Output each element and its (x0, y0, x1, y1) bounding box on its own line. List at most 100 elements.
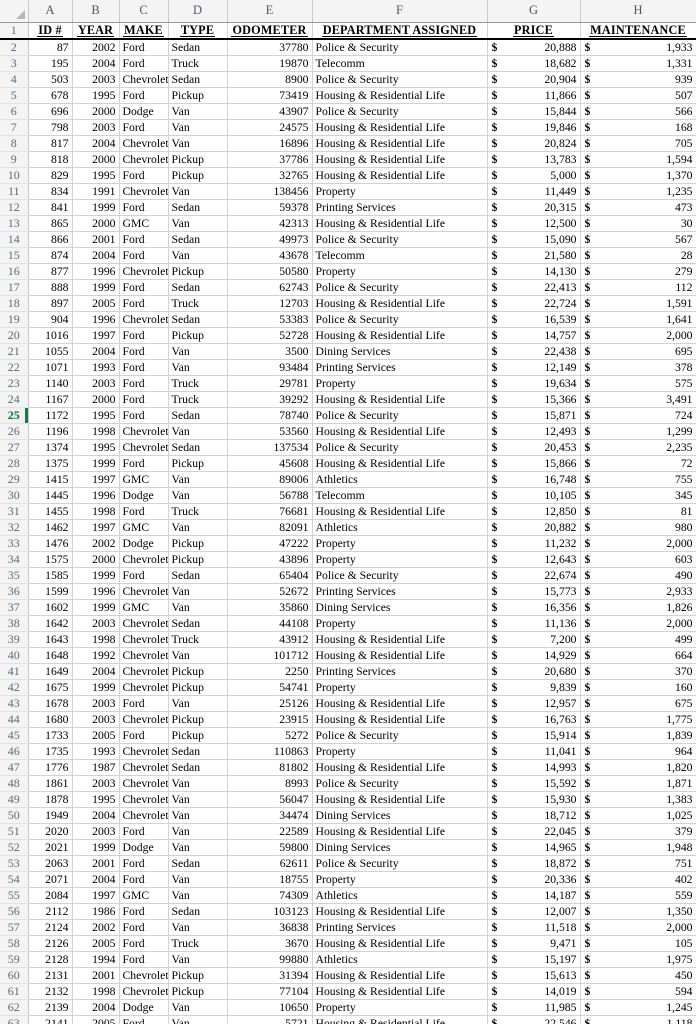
cell-type[interactable]: Van (168, 359, 228, 376)
cell-odometer[interactable]: 56788 (227, 487, 313, 504)
row-header-44[interactable]: 44 (0, 711, 29, 728)
cell-year[interactable]: 1998 (72, 423, 120, 440)
cell-maintenance[interactable]: $1,975 (580, 951, 696, 968)
cell-department[interactable]: Dining Services (312, 839, 488, 856)
cell-year[interactable]: 2005 (72, 727, 120, 744)
cell-make[interactable]: GMC (119, 887, 169, 904)
cell-maintenance[interactable]: $1,839 (580, 727, 696, 744)
cell-id[interactable]: 1878 (28, 791, 73, 808)
cell-type[interactable]: Sedan (168, 38, 228, 56)
cell-year[interactable]: 2004 (72, 55, 120, 72)
cell-odometer[interactable]: 53560 (227, 423, 313, 440)
table-row[interactable]: 41 1649 2004 Chevrolet Pickup 2250 Printing Se… (0, 663, 696, 680)
row-header-9[interactable]: 9 (0, 151, 29, 168)
row-header-8[interactable]: 8 (0, 135, 29, 152)
cell-department[interactable]: Police & Security (312, 567, 488, 584)
row-header-5[interactable]: 5 (0, 87, 29, 104)
cell-id[interactable]: 829 (28, 167, 73, 184)
cell-department[interactable]: Printing Services (312, 199, 488, 216)
cell-department[interactable]: Printing Services (312, 919, 488, 936)
column-title-cell[interactable]: ID # (28, 22, 73, 40)
cell-maintenance[interactable]: $566 (580, 103, 696, 120)
cell-maintenance[interactable]: $2,933 (580, 583, 696, 600)
cell-department[interactable]: Property (312, 743, 488, 760)
cell-price[interactable]: $18,682 (487, 55, 581, 72)
cell-price[interactable]: $12,007 (487, 903, 581, 920)
cell-price[interactable]: $9,471 (487, 935, 581, 952)
table-row[interactable]: 18 897 2005 Ford Truck 12703 Housing & Residen… (0, 295, 696, 312)
cell-odometer[interactable]: 101712 (227, 647, 313, 664)
cell-price[interactable]: $22,045 (487, 823, 581, 840)
row-header-61[interactable]: 61 (0, 983, 29, 1000)
cell-type[interactable]: Van (168, 871, 228, 888)
cell-department[interactable]: Police & Security (312, 38, 488, 56)
table-row[interactable]: 55 2084 1997 GMC Van 74309 Athletics $14,187 $55… (0, 887, 696, 904)
cell-price[interactable]: $16,356 (487, 599, 581, 616)
cell-make[interactable]: Chevrolet (119, 983, 169, 1000)
cell-year[interactable]: 2003 (72, 375, 120, 392)
cell-make[interactable]: Chevrolet (119, 631, 169, 648)
cell-year[interactable]: 2004 (72, 663, 120, 680)
cell-make[interactable]: Dodge (119, 487, 169, 504)
cell-odometer[interactable]: 44108 (227, 615, 313, 632)
cell-price[interactable]: $20,888 (487, 38, 581, 56)
cell-type[interactable]: Van (168, 919, 228, 936)
cell-type[interactable]: Sedan (168, 855, 228, 872)
cell-price[interactable]: $15,592 (487, 775, 581, 792)
cell-odometer[interactable]: 42313 (227, 215, 313, 232)
cell-id[interactable]: 1648 (28, 647, 73, 664)
cell-price[interactable]: $15,613 (487, 967, 581, 984)
cell-department[interactable]: Housing & Residential Life (312, 167, 488, 184)
cell-price[interactable]: $7,200 (487, 631, 581, 648)
cell-type[interactable]: Pickup (168, 967, 228, 984)
column-header-a[interactable]: A (28, 0, 73, 23)
cell-id[interactable]: 1455 (28, 503, 73, 520)
cell-department[interactable]: Police & Security (312, 855, 488, 872)
cell-make[interactable]: Dodge (119, 839, 169, 856)
cell-make[interactable]: Chevrolet (119, 647, 169, 664)
cell-make[interactable]: Ford (119, 903, 169, 920)
cell-year[interactable]: 2003 (72, 119, 120, 136)
cell-odometer[interactable]: 78740 (227, 407, 313, 424)
cell-type[interactable]: Sedan (168, 903, 228, 920)
cell-maintenance[interactable]: $345 (580, 487, 696, 504)
cell-price[interactable]: $16,763 (487, 711, 581, 728)
cell-id[interactable]: 798 (28, 119, 73, 136)
cell-type[interactable]: Pickup (168, 455, 228, 472)
row-header-16[interactable]: 16 (0, 263, 29, 280)
table-row[interactable]: 10 829 1995 Ford Pickup 32765 Housing & Reside… (0, 167, 696, 184)
row-header-24[interactable]: 24 (0, 391, 29, 408)
table-row[interactable]: 53 2063 2001 Ford Sedan 62611 Police & Securit… (0, 855, 696, 872)
cell-maintenance[interactable]: $1,299 (580, 423, 696, 440)
cell-odometer[interactable]: 52728 (227, 327, 313, 344)
row-header-23[interactable]: 23 (0, 375, 29, 392)
cell-type[interactable]: Van (168, 823, 228, 840)
cell-year[interactable]: 1999 (72, 679, 120, 696)
cell-id[interactable]: 1678 (28, 695, 73, 712)
cell-department[interactable]: Housing & Residential Life (312, 983, 488, 1000)
cell-type[interactable]: Van (168, 215, 228, 232)
cell-maintenance[interactable]: $30 (580, 215, 696, 232)
cell-year[interactable]: 2002 (72, 38, 120, 56)
cell-maintenance[interactable]: $675 (580, 695, 696, 712)
cell-maintenance[interactable]: $1,370 (580, 167, 696, 184)
cell-department[interactable]: Housing & Residential Life (312, 695, 488, 712)
cell-year[interactable]: 2004 (72, 999, 120, 1016)
cell-maintenance[interactable]: $72 (580, 455, 696, 472)
column-title-cell[interactable]: TYPE (168, 22, 228, 40)
cell-make[interactable]: Chevrolet (119, 743, 169, 760)
table-row[interactable]: 44 1680 2003 Chevrolet Pickup 23915 Housing & … (0, 711, 696, 728)
cell-odometer[interactable]: 12703 (227, 295, 313, 312)
cell-make[interactable]: Ford (119, 823, 169, 840)
cell-odometer[interactable]: 77104 (227, 983, 313, 1000)
cell-price[interactable]: $11,866 (487, 87, 581, 104)
cell-maintenance[interactable]: $1,591 (580, 295, 696, 312)
cell-maintenance[interactable]: $450 (580, 967, 696, 984)
table-row[interactable]: 28 1375 1999 Ford Pickup 45608 Housing & Resid… (0, 455, 696, 472)
cell-price[interactable]: $15,930 (487, 791, 581, 808)
table-row[interactable]: 23 1140 2003 Ford Truck 29781 Property $19,634 $… (0, 375, 696, 392)
cell-type[interactable]: Van (168, 647, 228, 664)
cell-type[interactable]: Van (168, 1015, 228, 1024)
cell-maintenance[interactable]: $1,948 (580, 839, 696, 856)
cell-price[interactable]: $11,041 (487, 743, 581, 760)
